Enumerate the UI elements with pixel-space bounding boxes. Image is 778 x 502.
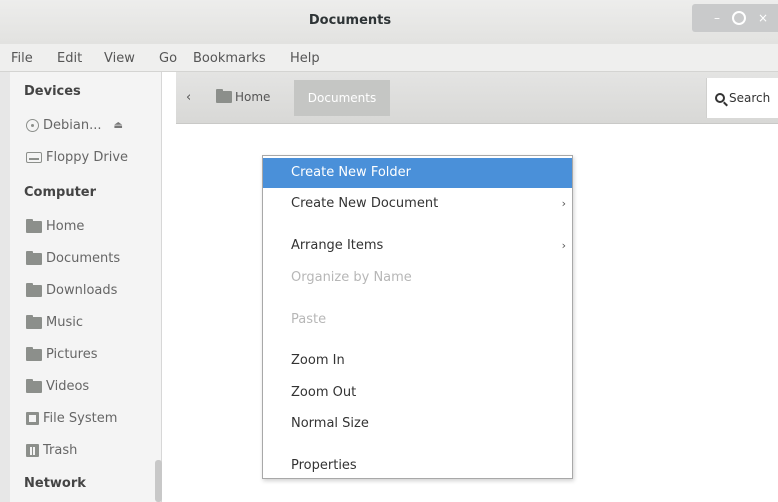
- folder-icon: [26, 314, 42, 329]
- sidebar-item-home[interactable]: Home: [26, 218, 85, 234]
- menu-item-zoom-in[interactable]: Zoom In: [263, 346, 572, 376]
- search-label: Search: [729, 91, 771, 105]
- menu-item-label: Organize by Name: [291, 270, 412, 285]
- folder-icon: [26, 282, 42, 297]
- search-icon: [715, 93, 725, 103]
- title-bar: Documents – ×: [0, 0, 778, 44]
- menu-edit[interactable]: Edit: [57, 51, 82, 66]
- sidebar-item-documents[interactable]: Documents: [26, 250, 121, 266]
- sidebar-item-label: Videos: [46, 379, 90, 394]
- menu-item-create-new-folder[interactable]: Create New Folder: [263, 158, 572, 188]
- filesystem-icon: [26, 412, 39, 425]
- sidebar-scrollbar[interactable]: [155, 460, 162, 502]
- context-menu: Create New Folder Create New Document › …: [262, 155, 573, 479]
- menu-item-create-new-document[interactable]: Create New Document ›: [263, 189, 572, 219]
- breadcrumb-home-label: Home: [235, 90, 271, 104]
- menu-help[interactable]: Help: [290, 51, 320, 66]
- computer-heading: Computer: [24, 185, 97, 200]
- sidebar-item-label: Music: [46, 315, 83, 330]
- sidebar-item-label: Pictures: [46, 347, 98, 362]
- window-title: Documents: [308, 13, 392, 28]
- menu-item-arrange-items[interactable]: Arrange Items ›: [263, 231, 572, 261]
- folder-icon: [26, 218, 42, 233]
- sidebar-item-music[interactable]: Music: [26, 314, 83, 330]
- sidebar-item-label: Home: [46, 219, 85, 234]
- search-button[interactable]: Search: [706, 78, 778, 118]
- sidebar-item-debian[interactable]: Debian... ⏏: [26, 118, 123, 133]
- devices-heading: Devices: [24, 84, 81, 99]
- home-folder-icon: [216, 89, 232, 103]
- folder-icon: [26, 346, 42, 361]
- close-button[interactable]: ×: [756, 11, 770, 25]
- maximize-button[interactable]: [732, 11, 746, 25]
- sidebar-item-label: Floppy Drive: [46, 150, 129, 165]
- back-button[interactable]: ‹: [186, 90, 191, 105]
- sidebar-item-label: Documents: [46, 251, 121, 266]
- folder-icon: [26, 250, 42, 265]
- menu-item-label: Create New Document: [291, 196, 439, 211]
- drive-icon: [26, 152, 42, 163]
- menu-item-label: Zoom In: [291, 353, 345, 368]
- breadcrumb-documents[interactable]: Documents: [294, 80, 390, 116]
- trash-icon: [26, 444, 39, 457]
- sidebar-item-label: File System: [43, 411, 118, 426]
- folder-icon: [26, 378, 42, 393]
- sidebar-item-label: Debian...: [43, 118, 102, 133]
- sidebar-item-floppy-drive[interactable]: Floppy Drive: [26, 150, 128, 165]
- menu-item-label: Create New Folder: [291, 165, 411, 180]
- sidebar-item-label: Trash: [43, 443, 78, 458]
- menu-item-label: Zoom Out: [291, 385, 357, 400]
- sidebar-item-label: Downloads: [46, 283, 118, 298]
- menu-item-zoom-out[interactable]: Zoom Out: [263, 378, 572, 408]
- breadcrumb-home[interactable]: Home: [216, 89, 271, 104]
- menu-item-properties[interactable]: Properties: [263, 451, 572, 481]
- sidebar-item-trash[interactable]: Trash: [26, 443, 77, 458]
- window-controls: – ×: [692, 4, 778, 32]
- sidebar-item-downloads[interactable]: Downloads: [26, 282, 118, 298]
- menu-item-paste: Paste: [263, 305, 572, 335]
- menu-bookmarks[interactable]: Bookmarks: [193, 51, 266, 66]
- menu-file[interactable]: File: [11, 51, 33, 66]
- minimize-button[interactable]: –: [710, 11, 724, 25]
- sidebar-item-pictures[interactable]: Pictures: [26, 346, 98, 362]
- places-sidebar: Devices Debian... ⏏ Floppy Drive Compute…: [10, 72, 162, 502]
- menu-item-label: Arrange Items: [291, 238, 384, 253]
- menu-item-label: Normal Size: [291, 416, 369, 431]
- disc-icon: [26, 119, 39, 132]
- menu-bar: File Edit View Go Bookmarks Help: [0, 44, 778, 72]
- menu-view[interactable]: View: [104, 51, 135, 66]
- path-toolbar: ‹ Home Documents Search: [176, 72, 778, 124]
- window-edge: [0, 72, 10, 502]
- sidebar-item-videos[interactable]: Videos: [26, 378, 90, 394]
- sidebar-item-file-system[interactable]: File System: [26, 411, 117, 426]
- menu-item-normal-size[interactable]: Normal Size: [263, 409, 572, 439]
- menu-item-label: Properties: [291, 458, 357, 473]
- menu-go[interactable]: Go: [159, 51, 177, 66]
- menu-item-label: Paste: [291, 312, 327, 327]
- submenu-arrow-icon: ›: [561, 197, 566, 210]
- menu-item-organize-by-name: Organize by Name: [263, 263, 572, 293]
- eject-icon[interactable]: ⏏: [113, 120, 122, 131]
- network-heading: Network: [24, 476, 86, 491]
- submenu-arrow-icon: ›: [561, 239, 566, 252]
